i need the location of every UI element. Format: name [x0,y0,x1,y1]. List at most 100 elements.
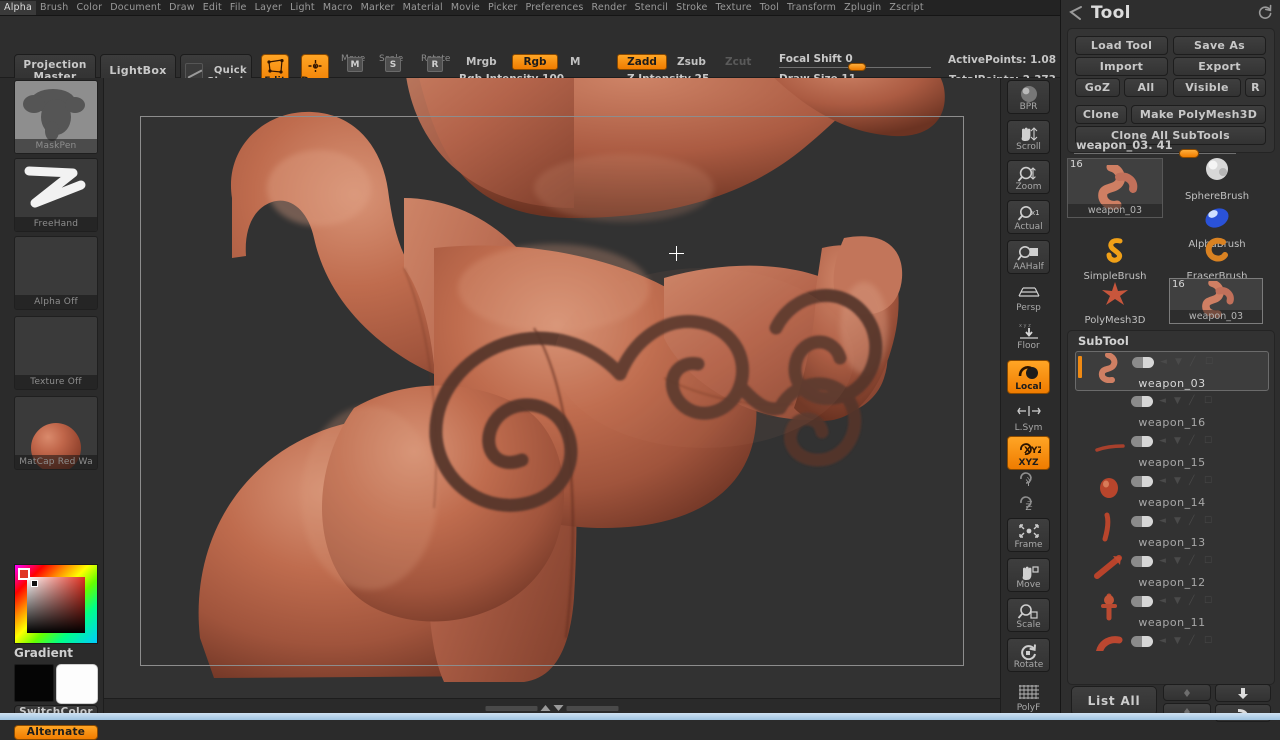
subtool-row-icons[interactable]: ◄ ▼ ╱ ☐ [1132,357,1214,368]
chevron-down-icon[interactable] [553,705,564,711]
subtool-left-icon[interactable]: ◄ [1159,556,1168,567]
subtool-row[interactable]: ◄ ▼ ╱ ☐ weapon_13 [1075,511,1269,551]
tool-item-polymesh3d[interactable]: PolyMesh3D [1067,278,1163,326]
subtool-left-icon[interactable]: ◄ [1159,636,1168,647]
all-button[interactable]: All [1124,78,1168,97]
viewport-canvas[interactable] [104,78,1000,698]
subtool-edit-icon[interactable]: ╱ [1189,596,1198,607]
tool-item-simplebrush[interactable]: SimpleBrush [1067,234,1163,282]
subtool-edit-icon[interactable]: ╱ [1189,436,1198,447]
subtool-visibility-toggle[interactable] [1131,516,1153,527]
subtool-copy-icon[interactable]: ☐ [1204,636,1213,647]
save-as-button[interactable]: Save As [1173,36,1266,55]
m-toggle[interactable]: M [563,54,587,70]
menu-item-transform[interactable]: Transform [783,1,840,15]
subtool-row[interactable]: ◄ ▼ ╱ ☐ weapon_03 [1075,351,1269,391]
import-button[interactable]: Import [1075,57,1168,76]
menu-item-stroke[interactable]: Stroke [672,1,711,15]
subtool-row[interactable]: ◄ ▼ ╱ ☐ weapon_11 [1075,591,1269,631]
zsub-toggle[interactable]: Zsub [670,54,713,70]
subtool-visibility-toggle[interactable] [1131,636,1153,647]
shelf-resize-handle[interactable] [485,705,619,711]
subtool-row[interactable]: ◄ ▼ ╱ ☐ weapon_16 [1075,391,1269,431]
alpha-swatch[interactable]: Alpha Off [14,236,98,310]
subtool-down-icon[interactable]: ▼ [1174,436,1183,447]
subtool-copy-icon[interactable]: ☐ [1204,556,1213,567]
focal-shift-knob[interactable] [848,63,866,71]
primary-color-swatch[interactable] [14,664,54,702]
stroke-swatch[interactable]: FreeHand [14,158,98,232]
zcut-toggle[interactable]: Zcut [718,54,758,70]
menu-item-texture[interactable]: Texture [712,1,756,15]
subtool-left-icon[interactable]: ◄ [1159,516,1168,527]
nav-button-local[interactable]: Local [1007,360,1050,394]
subtool-visibility-toggle[interactable] [1131,476,1153,487]
subtool-list[interactable]: ◄ ▼ ╱ ☐ weapon_03 ◄ ▼ ╱ ☐ weapon_16 ◄ ▼ ╱ ☐ weapon_15 ◄… [1075,351,1269,651]
tool-item-eraserbrush[interactable]: EraserBrush [1169,234,1265,282]
zadd-toggle[interactable]: Zadd [617,54,667,70]
secondary-color-swatch[interactable] [56,664,98,704]
subtool-down-icon[interactable]: ▼ [1175,357,1184,368]
subtool-down-icon[interactable]: ▼ [1174,596,1183,607]
refresh-icon[interactable] [1257,4,1273,24]
subtool-down-icon[interactable]: ▼ [1174,636,1183,647]
menu-item-brush[interactable]: Brush [36,1,72,15]
nav-button-persp[interactable]: Persp [1007,280,1050,314]
subtool-edit-icon[interactable]: ╱ [1189,636,1198,647]
nav-button-floor[interactable]: x y z Floor [1007,318,1050,352]
texture-swatch[interactable]: Texture Off [14,316,98,390]
tool-thumb-weapon-03-recent[interactable]: 16 weapon_03 [1169,278,1263,324]
menu-item-color[interactable]: Color [72,1,106,15]
nav-button-polyf[interactable]: PolyF [1007,680,1050,714]
subtool-row-icons[interactable]: ◄ ▼ ╱ ☐ [1131,396,1213,407]
subtool-left-icon[interactable]: ◄ [1159,436,1168,447]
subtool-copy-icon[interactable]: ☐ [1204,396,1213,407]
menu-item-alpha[interactable]: Alpha [0,0,37,15]
tool-thumb-weapon-03[interactable]: 16 weapon_03 [1067,158,1163,218]
nav-button-zoom[interactable]: Zoom [1007,160,1050,194]
subtool-visibility-toggle[interactable] [1131,436,1153,447]
subtool-row-icons[interactable]: ◄ ▼ ╱ ☐ [1131,556,1213,567]
chevron-up-icon[interactable] [540,705,551,711]
menu-item-picker[interactable]: Picker [484,1,522,15]
subtool-row[interactable]: ◄ ▼ ╱ ☐ weapon_12 [1075,551,1269,591]
clone-button[interactable]: Clone [1075,105,1127,124]
menu-item-movie[interactable]: Movie [447,1,484,15]
menu-item-tool[interactable]: Tool [756,1,783,15]
menu-item-file[interactable]: File [226,1,251,15]
make-polymesh3d-button[interactable]: Make PolyMesh3D [1131,105,1266,124]
subtool-row[interactable]: ◄ ▼ ╱ ☐ weapon_14 [1075,471,1269,511]
subtool-row-icons[interactable]: ◄ ▼ ╱ ☐ [1131,596,1213,607]
nav-button-move[interactable]: Move [1007,558,1050,592]
menu-item-light[interactable]: Light [286,1,319,15]
subtool-visibility-toggle[interactable] [1131,596,1153,607]
color-picker[interactable] [14,564,98,644]
subtool-move-up-small-button[interactable] [1163,684,1211,701]
nav-button-xyz[interactable]: XYZ XYZ [1007,436,1050,470]
subtool-row-icons[interactable]: ◄ ▼ ╱ ☐ [1131,436,1213,447]
subtool-left-icon[interactable]: ◄ [1159,396,1168,407]
nav-button-l-sym[interactable]: L.Sym [1007,400,1050,434]
nav-button-frame[interactable]: Frame [1007,518,1050,552]
menu-item-render[interactable]: Render [588,1,631,15]
visible-r-button[interactable]: R [1245,78,1266,97]
tool-item-slider[interactable]: weapon_03. 41 [1074,138,1239,158]
subtool-edit-icon[interactable]: ╱ [1189,556,1198,567]
subtool-visibility-toggle[interactable] [1131,556,1153,567]
export-button[interactable]: Export [1173,57,1266,76]
subtool-visibility-toggle[interactable] [1131,396,1153,407]
alternate-button[interactable]: Alternate [14,725,98,740]
menu-item-document[interactable]: Document [106,1,165,15]
subtool-down-icon[interactable]: ▼ [1174,556,1183,567]
subtool-row[interactable]: ◄ ▼ ╱ ☐ weapon_15 [1075,431,1269,471]
nav-button-scroll[interactable]: Scroll [1007,120,1050,154]
subtool-down-icon[interactable]: ▼ [1174,476,1183,487]
subtool-edit-icon[interactable]: ╱ [1189,516,1198,527]
nav-button-rotate[interactable]: Rotate [1007,638,1050,672]
subtool-edit-icon[interactable]: ╱ [1190,357,1199,368]
menu-item-preferences[interactable]: Preferences [521,1,587,15]
menu-item-marker[interactable]: Marker [357,1,399,15]
subtool-down-icon[interactable]: ▼ [1174,396,1183,407]
subtool-copy-icon[interactable]: ☐ [1204,436,1213,447]
subtool-row[interactable]: ◄▼╱☐weapon_10 [1075,631,1269,651]
